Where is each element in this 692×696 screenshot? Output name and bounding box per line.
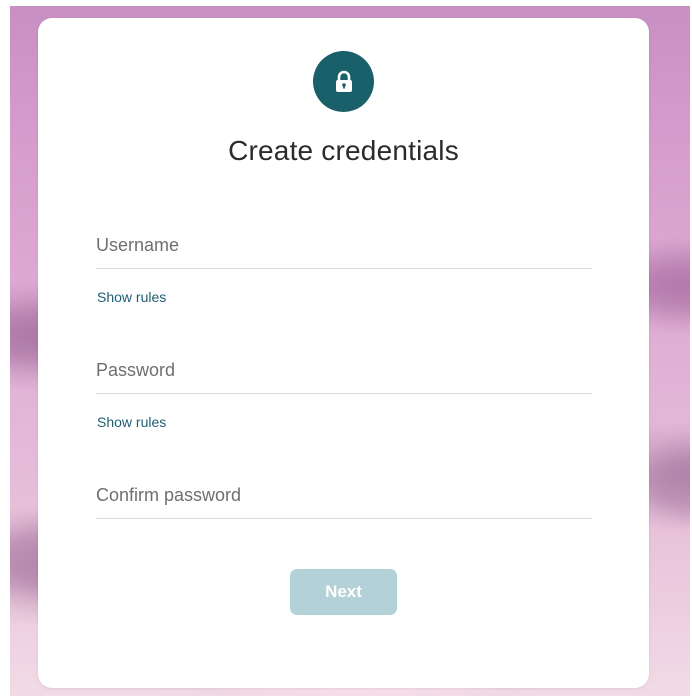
username-input[interactable] bbox=[96, 225, 592, 265]
password-field bbox=[96, 350, 592, 394]
confirm-password-underline bbox=[96, 518, 592, 519]
username-show-rules-link[interactable]: Show rules bbox=[97, 289, 166, 305]
lock-icon bbox=[335, 70, 352, 92]
password-input[interactable] bbox=[96, 350, 592, 390]
password-underline bbox=[96, 393, 592, 394]
lock-badge bbox=[313, 51, 374, 112]
confirm-password-input[interactable] bbox=[96, 475, 592, 515]
next-button[interactable]: Next bbox=[290, 569, 397, 615]
confirm-password-field bbox=[96, 475, 592, 519]
credentials-card: Create credentials Show rules Show rules… bbox=[38, 18, 649, 688]
username-underline bbox=[96, 268, 592, 269]
page-title: Create credentials bbox=[228, 135, 459, 166]
username-field bbox=[96, 225, 592, 269]
password-show-rules-link[interactable]: Show rules bbox=[97, 414, 166, 430]
